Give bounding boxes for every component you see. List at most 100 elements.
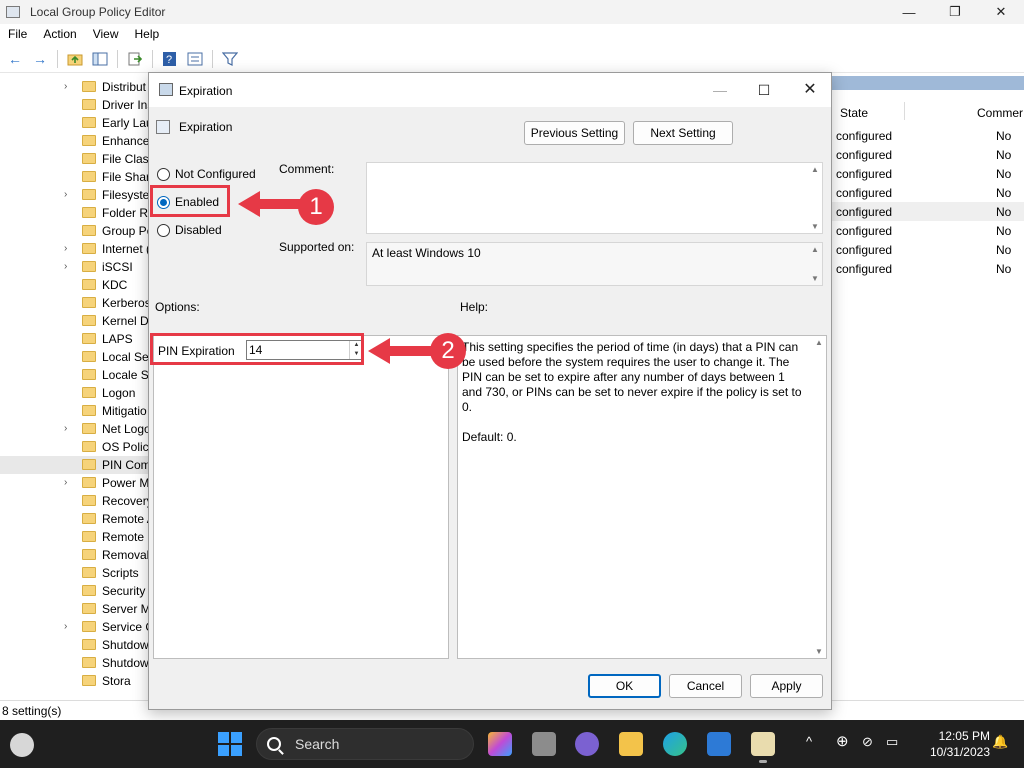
- help-scrollbar[interactable]: ▲ ▼: [814, 338, 824, 656]
- tree-item[interactable]: › iSCSI: [0, 258, 149, 276]
- apply-button[interactable]: Apply: [750, 674, 823, 698]
- scroll-down-icon[interactable]: ▼: [810, 274, 820, 283]
- tree-item[interactable]: File Class: [0, 150, 149, 168]
- back-arrow-icon[interactable]: ←: [4, 49, 26, 69]
- teams-chat-icon[interactable]: [575, 732, 599, 756]
- previous-setting-button[interactable]: Previous Setting: [524, 121, 625, 145]
- weather-widget-icon[interactable]: [10, 733, 34, 757]
- tree-item[interactable]: Group Po: [0, 222, 149, 240]
- table-row[interactable]: configured No: [832, 221, 1024, 240]
- table-row[interactable]: configured No: [832, 259, 1024, 278]
- tree-item[interactable]: PIN Com: [0, 456, 149, 474]
- table-row[interactable]: configured No: [832, 164, 1024, 183]
- tree-item[interactable]: Early Lau: [0, 114, 149, 132]
- tree-item[interactable]: Driver Ins: [0, 96, 149, 114]
- tree-item[interactable]: Shutdow: [0, 636, 149, 654]
- radio-disabled-circle[interactable]: [157, 223, 170, 237]
- scroll-up-icon[interactable]: ▲: [810, 245, 820, 254]
- column-header-state[interactable]: State: [840, 106, 868, 120]
- tree-expand-chevron-icon[interactable]: ›: [64, 261, 67, 272]
- tree-item[interactable]: Mitigatio: [0, 402, 149, 420]
- tree-expand-chevron-icon[interactable]: ›: [64, 423, 67, 434]
- tree-item[interactable]: Remote A: [0, 510, 149, 528]
- scroll-up-icon[interactable]: ▲: [814, 338, 824, 347]
- tree-item[interactable]: Scripts: [0, 564, 149, 582]
- tree-expand-chevron-icon[interactable]: ›: [64, 621, 67, 632]
- menu-help[interactable]: Help: [127, 27, 168, 41]
- tree-item[interactable]: OS Polici: [0, 438, 149, 456]
- table-row[interactable]: configured No: [832, 202, 1024, 221]
- tree-item[interactable]: Shutdow: [0, 654, 149, 672]
- tree-item[interactable]: Remote I: [0, 528, 149, 546]
- tree-item[interactable]: › Internet (: [0, 240, 149, 258]
- notification-bell-icon[interactable]: 🔔: [992, 734, 1008, 750]
- scroll-down-icon[interactable]: ▼: [810, 222, 820, 231]
- cancel-button[interactable]: Cancel: [669, 674, 742, 698]
- scroll-up-icon[interactable]: ▲: [810, 165, 820, 174]
- next-setting-button[interactable]: Next Setting: [633, 121, 733, 145]
- forward-arrow-icon[interactable]: →: [29, 49, 51, 69]
- dialog-close-button[interactable]: ✕: [795, 79, 825, 101]
- taskbar-search[interactable]: Search: [256, 728, 474, 760]
- table-row[interactable]: configured No: [832, 183, 1024, 202]
- edge-browser-icon[interactable]: [663, 732, 687, 756]
- file-explorer-icon[interactable]: [619, 732, 643, 756]
- comment-scrollbar[interactable]: ▲ ▼: [810, 165, 820, 231]
- tree-item[interactable]: › Filesyste: [0, 186, 149, 204]
- restore-button[interactable]: ❐: [932, 0, 978, 24]
- filter-icon[interactable]: [219, 49, 241, 69]
- comment-textarea[interactable]: ▲ ▼: [366, 162, 823, 234]
- minimize-button[interactable]: —: [886, 0, 932, 24]
- network-status-icon[interactable]: ⊘: [862, 734, 873, 750]
- menu-file[interactable]: File: [0, 27, 35, 41]
- battery-icon[interactable]: ▭: [886, 734, 898, 750]
- tree-item[interactable]: Kerberos: [0, 294, 149, 312]
- store-app-icon[interactable]: [707, 732, 731, 756]
- tree-item[interactable]: Logon: [0, 384, 149, 402]
- dialog-maximize-button[interactable]: ☐: [749, 79, 779, 101]
- supported-scrollbar[interactable]: ▲ ▼: [810, 245, 820, 283]
- tree-item[interactable]: › Net Logo: [0, 420, 149, 438]
- tree-item[interactable]: File Shar: [0, 168, 149, 186]
- tree-item[interactable]: Locale Se: [0, 366, 149, 384]
- table-row[interactable]: configured No: [832, 126, 1024, 145]
- scroll-down-icon[interactable]: ▼: [814, 647, 824, 656]
- tree-expand-chevron-icon[interactable]: ›: [64, 477, 67, 488]
- tree-item[interactable]: Enhance: [0, 132, 149, 150]
- tree-expand-chevron-icon[interactable]: ›: [64, 189, 67, 200]
- tree-item[interactable]: Folder Re: [0, 204, 149, 222]
- taskbar-clock[interactable]: 12:05 PM 10/31/2023: [916, 728, 990, 760]
- radio-not-configured-circle[interactable]: [157, 167, 170, 181]
- ok-button[interactable]: OK: [588, 674, 661, 698]
- language-globe-icon[interactable]: ⊕: [836, 732, 849, 750]
- tree-expand-chevron-icon[interactable]: ›: [64, 81, 67, 92]
- tree-item[interactable]: › Distribut: [0, 78, 149, 96]
- up-folder-icon[interactable]: [64, 49, 86, 69]
- column-divider[interactable]: [904, 102, 905, 120]
- task-view-icon[interactable]: [532, 732, 556, 756]
- tree-item[interactable]: Kernel DI: [0, 312, 149, 330]
- table-row[interactable]: configured No: [832, 145, 1024, 164]
- tree-item[interactable]: KDC: [0, 276, 149, 294]
- tree-item[interactable]: Security: [0, 582, 149, 600]
- properties-icon[interactable]: [184, 49, 206, 69]
- export-list-icon[interactable]: [124, 49, 146, 69]
- close-button[interactable]: ✕: [978, 0, 1024, 24]
- tree-item[interactable]: Local Sec: [0, 348, 149, 366]
- tree-item[interactable]: Recovery: [0, 492, 149, 510]
- radio-not-configured[interactable]: Not Configured: [157, 165, 256, 183]
- copilot-app-icon[interactable]: [488, 732, 512, 756]
- help-icon[interactable]: ?: [159, 49, 181, 69]
- column-header-comment[interactable]: Commer: [977, 106, 1023, 120]
- tree-item[interactable]: Removal: [0, 546, 149, 564]
- menu-action[interactable]: Action: [35, 27, 84, 41]
- tree-item[interactable]: LAPS: [0, 330, 149, 348]
- tree-item[interactable]: Server M: [0, 600, 149, 618]
- tree-expand-chevron-icon[interactable]: ›: [64, 243, 67, 254]
- tree-item[interactable]: Stora: [0, 672, 149, 690]
- table-row[interactable]: configured No: [832, 240, 1024, 259]
- tree-item[interactable]: › Service C: [0, 618, 149, 636]
- tray-overflow-chevron-icon[interactable]: ^: [806, 734, 812, 749]
- radio-disabled[interactable]: Disabled: [157, 221, 222, 239]
- gpedit-taskbar-icon[interactable]: [751, 732, 775, 763]
